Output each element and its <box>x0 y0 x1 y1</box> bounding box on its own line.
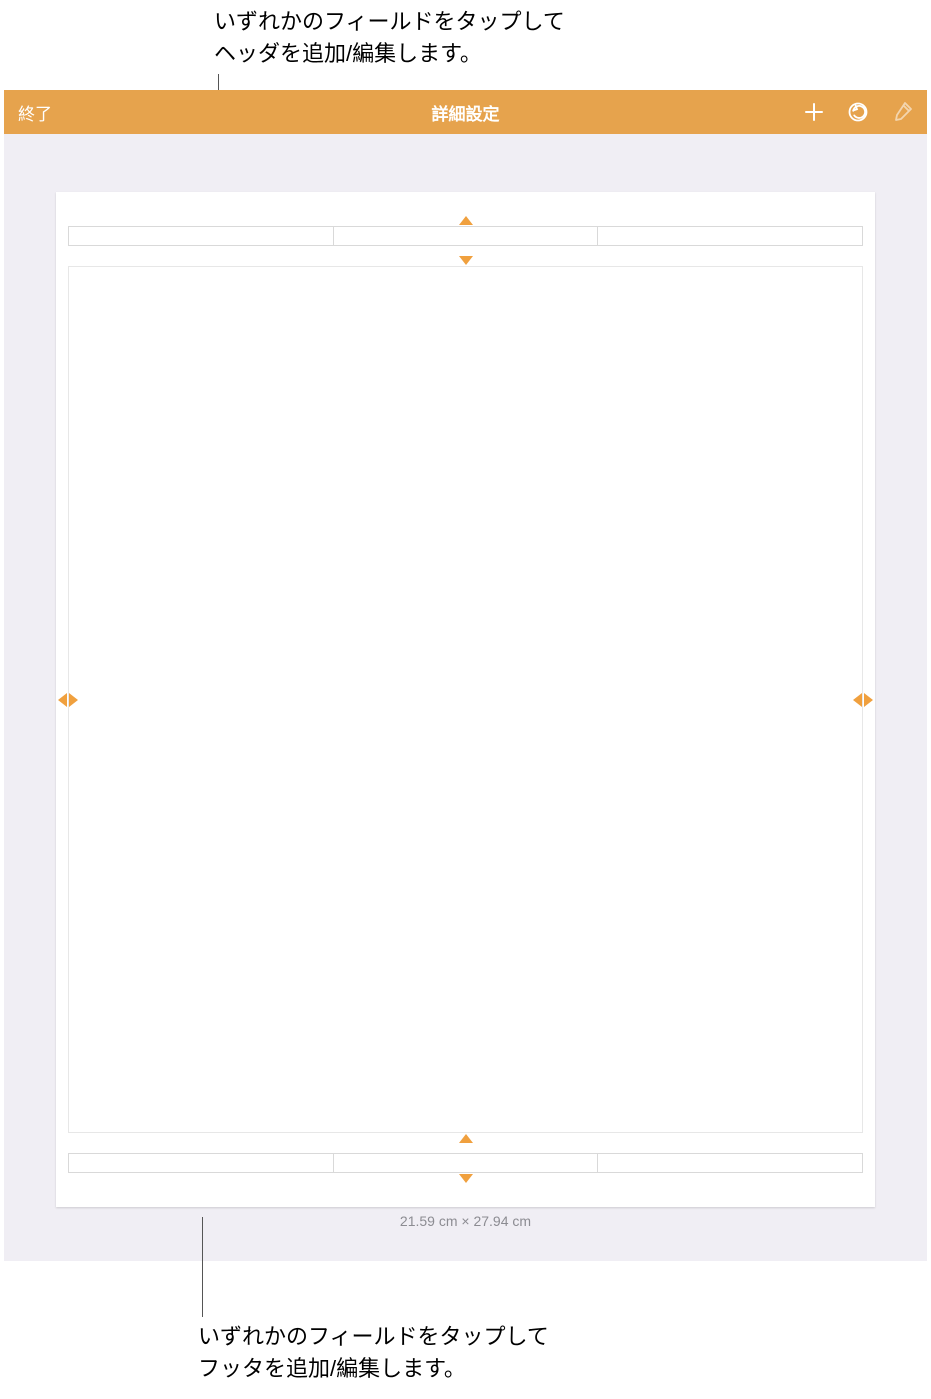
toolbar-title: 詳細設定 <box>4 100 927 125</box>
margin-handle-top-outer[interactable] <box>459 216 473 225</box>
done-button[interactable]: 終了 <box>18 100 52 125</box>
header-field-right[interactable] <box>598 226 863 246</box>
format-brush-icon[interactable] <box>891 101 913 123</box>
footer-field-row <box>68 1153 863 1173</box>
header-field-row <box>68 226 863 246</box>
margin-handle-right-outer[interactable] <box>864 693 873 707</box>
page <box>56 192 875 1207</box>
margin-handle-top-inner[interactable] <box>459 256 473 265</box>
toolbar: 終了 詳細設定 <box>4 90 927 134</box>
footer-field-center[interactable] <box>334 1153 599 1173</box>
header-field-center[interactable] <box>334 226 599 246</box>
footer-field-right[interactable] <box>598 1153 863 1173</box>
callout-footer-text: いずれかのフィールドをタップして フッタを追加/編集します。 <box>198 1321 549 1385</box>
margin-handle-left-inner[interactable] <box>69 693 78 707</box>
callout-header-text: いずれかのフィールドをタップして ヘッダを追加/編集します。 <box>214 6 565 70</box>
undo-icon[interactable] <box>847 101 869 123</box>
footer-field-left[interactable] <box>68 1153 334 1173</box>
margin-handle-right-inner[interactable] <box>853 693 862 707</box>
toolbar-right-group <box>803 101 913 123</box>
document-canvas: 21.59 cm × 27.94 cm <box>4 134 927 1261</box>
callout-footer-leader <box>202 1217 203 1317</box>
margin-handle-bottom-inner[interactable] <box>459 1134 473 1143</box>
margin-handle-bottom-outer[interactable] <box>459 1174 473 1183</box>
add-icon[interactable] <box>803 101 825 123</box>
page-size-label: 21.59 cm × 27.94 cm <box>4 1213 927 1229</box>
page-body-region[interactable] <box>68 266 863 1133</box>
header-field-left[interactable] <box>68 226 334 246</box>
margin-handle-left-outer[interactable] <box>58 693 67 707</box>
